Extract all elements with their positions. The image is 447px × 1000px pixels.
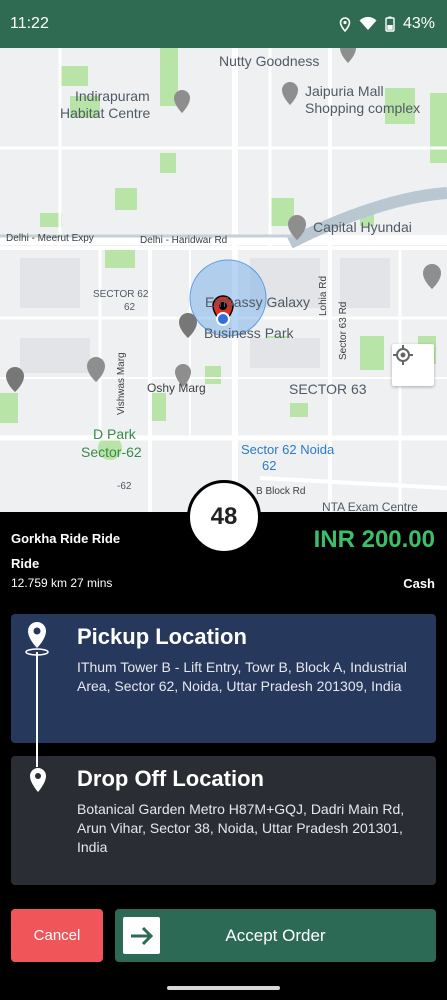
accept-order-label: Accept Order bbox=[225, 925, 326, 945]
countdown-counter: 48 bbox=[187, 480, 261, 554]
map-label: Nutty Goodness bbox=[219, 53, 320, 69]
payment-method: Cash bbox=[403, 576, 435, 591]
drop-card[interactable]: Drop Off Location Botanical Garden Metro… bbox=[11, 756, 436, 885]
map-label: SECTOR 63 bbox=[289, 381, 367, 397]
map-label: Capital Hyundai bbox=[313, 219, 412, 235]
map-label: Delhi - Meerut Expy bbox=[6, 233, 94, 244]
map-label: Shopping complex bbox=[305, 100, 421, 116]
map-label: Delhi - Haridwar Rd bbox=[140, 235, 228, 246]
cancel-button[interactable]: Cancel bbox=[11, 909, 103, 962]
map-label: Vishwas Marg bbox=[116, 352, 127, 415]
drop-address: Botanical Garden Metro H87M+GQJ, Dadri M… bbox=[77, 801, 405, 855]
fare-amount: INR 200.00 bbox=[313, 526, 435, 553]
status-time: 11:22 bbox=[10, 15, 49, 32]
map-label: Sector-62 bbox=[81, 444, 142, 460]
ride-distance-time: 12.759 km 27 mins bbox=[11, 576, 113, 590]
map-label: D Park bbox=[93, 426, 136, 442]
gesture-bar[interactable] bbox=[167, 986, 280, 990]
battery-icon bbox=[385, 16, 395, 32]
drop-title: Drop Off Location bbox=[77, 766, 264, 791]
status-icons: 43% bbox=[339, 15, 435, 33]
map-label: 62 bbox=[124, 302, 136, 313]
map-label: Sector 63 Rd bbox=[338, 301, 349, 360]
my-location-button[interactable] bbox=[392, 344, 434, 386]
map-label: Jaipuria Mall bbox=[305, 83, 384, 99]
map-label: NTA Exam Centre bbox=[322, 500, 418, 512]
accept-order-button[interactable]: Accept Order bbox=[115, 909, 436, 962]
pickup-title: Pickup Location bbox=[77, 624, 247, 649]
map-label: SECTOR 62 bbox=[93, 289, 149, 300]
map-label: Indirapuram bbox=[75, 88, 150, 104]
map-label: 62 bbox=[262, 458, 277, 473]
route-line bbox=[36, 652, 38, 767]
pickup-address: IThum Tower B - Lift Entry, Towr B, Bloc… bbox=[77, 659, 407, 694]
pickup-card[interactable]: Pickup Location IThum Tower B - Lift Ent… bbox=[11, 614, 436, 743]
pickup-pin-icon bbox=[25, 622, 49, 656]
battery-percent: 43% bbox=[402, 15, 435, 32]
map-label: Business Park bbox=[204, 325, 294, 341]
map-label: Embassy Galaxy bbox=[205, 294, 311, 310]
drop-pin-icon bbox=[30, 768, 46, 792]
map-view[interactable]: Nutty Goodness Jaipuria Mall Shopping co… bbox=[0, 48, 447, 512]
map-label: Habitat Centre bbox=[60, 105, 151, 121]
arrow-right-icon bbox=[123, 917, 160, 954]
map-label: Sector 62 Noida bbox=[241, 442, 335, 457]
map-label: B Block Rd bbox=[256, 486, 306, 497]
ride-type: Ride bbox=[11, 556, 40, 571]
status-bar: 11:22 43% bbox=[0, 0, 447, 48]
location-icon bbox=[339, 16, 351, 32]
map-label: Lohia Rd bbox=[318, 275, 329, 316]
crosshair-icon bbox=[393, 345, 413, 365]
map-label: Oshy Marg bbox=[147, 381, 206, 395]
ride-title: Gorkha Ride Ride bbox=[11, 531, 121, 546]
wifi-icon bbox=[359, 17, 377, 30]
map-label: -62 bbox=[117, 481, 132, 492]
